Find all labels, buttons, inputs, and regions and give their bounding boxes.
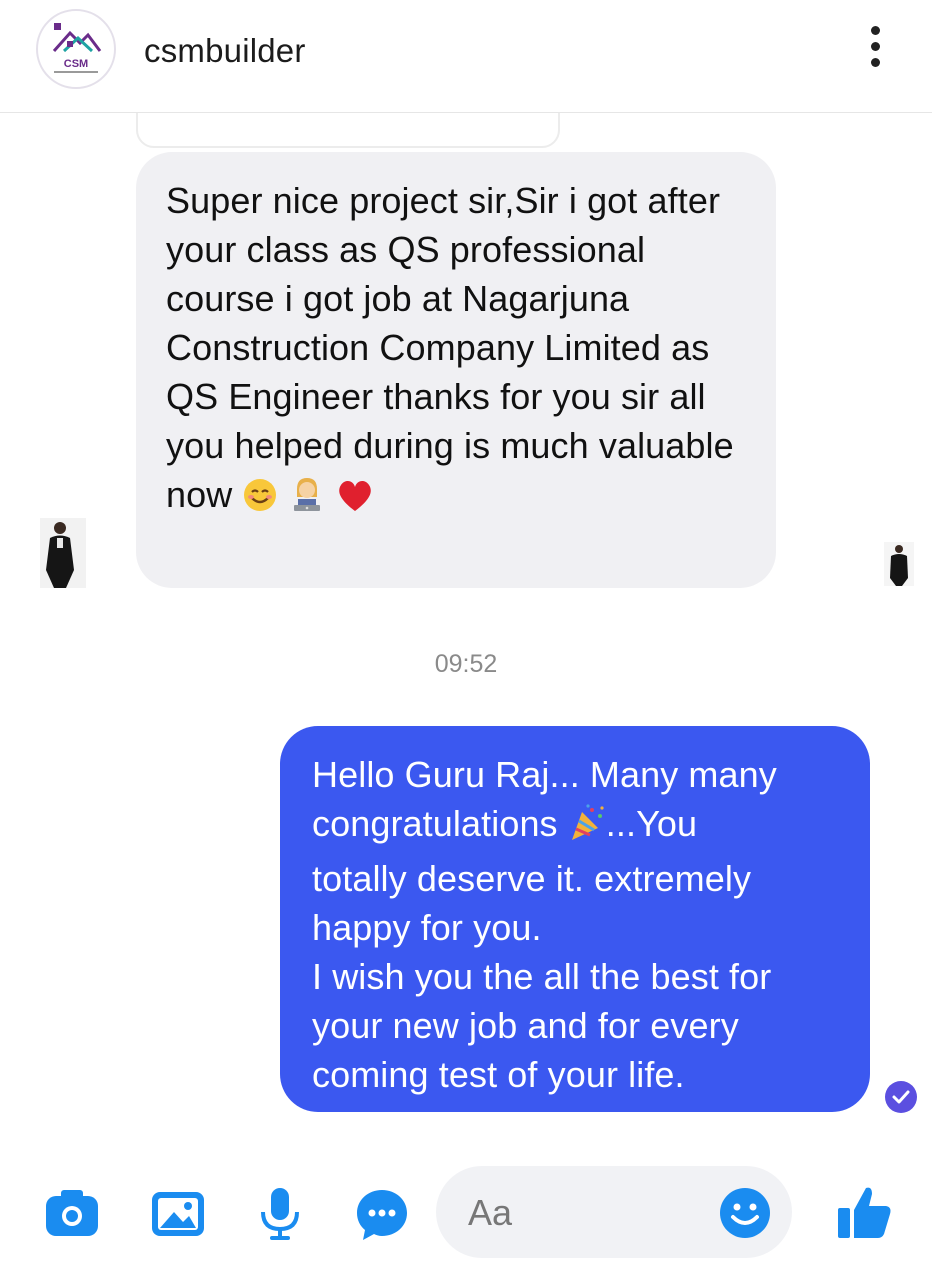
logo-label: CSM (64, 58, 88, 70)
smiling-face-icon (242, 476, 278, 525)
sent-message-bubble[interactable]: Hello Guru Raj... Many many congratulati… (280, 726, 870, 1112)
microphone-icon[interactable] (252, 1186, 308, 1242)
profile-avatar[interactable]: CSM (36, 9, 116, 89)
sent-line-1: Hello Guru Raj... Many many (312, 754, 777, 795)
sent-line-5: I wish you the all the best for your new… (312, 956, 772, 1095)
camera-icon[interactable] (44, 1186, 100, 1242)
sent-line-3: ...You (605, 803, 698, 844)
red-heart-icon (335, 476, 375, 525)
technologist-icon (289, 475, 325, 525)
csm-logo-icon: CSM (52, 23, 102, 73)
received-message-bubble[interactable]: Super nice project sir,Sir i got after y… (136, 152, 776, 588)
contact-name[interactable]: csmbuilder (144, 32, 306, 70)
read-receipt-avatar (884, 542, 914, 586)
message-input-placeholder: Aa (468, 1192, 513, 1233)
received-message-text: Super nice project sir,Sir i got after y… (166, 180, 734, 515)
sent-line-2: congratulations (312, 803, 558, 844)
sent-line-4: totally deserve it. extremely happy for … (312, 858, 752, 948)
emoji-icon[interactable] (718, 1186, 772, 1240)
gallery-icon[interactable] (150, 1186, 206, 1242)
message-input[interactable]: Aa (436, 1166, 792, 1258)
message-timestamp: 09:52 (434, 650, 498, 678)
thumbs-up-icon[interactable] (834, 1182, 894, 1242)
kebab-menu-icon[interactable] (862, 26, 888, 72)
person-avatar-icon (884, 542, 914, 586)
party-popper-icon (568, 804, 606, 854)
chat-bubble-icon[interactable] (354, 1186, 410, 1242)
seen-check-icon (884, 1080, 918, 1114)
person-avatar-icon (40, 518, 86, 588)
header-background (0, 0, 932, 113)
sender-avatar[interactable] (40, 518, 86, 588)
